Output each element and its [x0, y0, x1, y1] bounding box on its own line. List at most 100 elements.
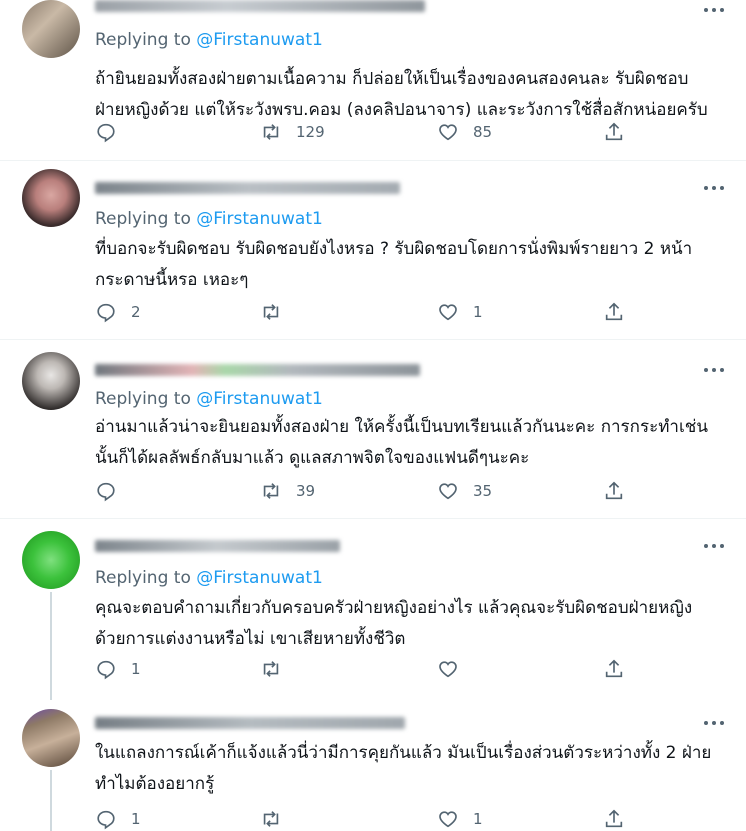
retweet-icon	[263, 483, 279, 499]
reply-icon	[97, 660, 115, 680]
like-icon	[439, 304, 457, 321]
avatar[interactable]	[22, 169, 80, 227]
retweet-button[interactable]	[260, 657, 296, 681]
action-bar: 1	[95, 657, 655, 681]
share-icon	[605, 809, 623, 828]
author-name[interactable]	[95, 540, 340, 552]
tweet-text: อ่านมาแล้วน่าจะยินยอมทั้งสองฝ่าย ให้ครั้…	[95, 412, 735, 474]
tweet-text-line: ที่บอกจะรับผิดชอบ รับผิดชอบยังไงหรอ ? รั…	[95, 239, 693, 259]
tweet-text: ที่บอกจะรับผิดชอบ รับผิดชอบยังไงหรอ ? รั…	[95, 234, 735, 296]
share-button[interactable]	[603, 300, 625, 324]
tweet-text-line: คุณจะตอบคำถามเกี่ยวกับครอบครัวฝ่ายหญิงอย…	[95, 598, 693, 618]
reply-icon	[97, 482, 115, 502]
avatar[interactable]	[22, 352, 80, 410]
like-count: 35	[473, 482, 493, 500]
like-button[interactable]: 85	[437, 120, 492, 144]
author-name[interactable]	[95, 182, 400, 194]
replying-prefix: Replying to	[95, 568, 191, 588]
reply-button[interactable]: 2	[95, 300, 141, 324]
tweet-text-line: อ่านมาแล้วน่าจะยินยอมทั้งสองฝ่าย ให้ครั้…	[95, 417, 708, 437]
action-bar: 129 85	[95, 120, 655, 144]
share-button[interactable]	[603, 657, 625, 681]
retweet-count: 39	[296, 482, 316, 500]
like-button[interactable]: 35	[437, 479, 492, 503]
replying-to: Replying to @Firstanuwat1	[95, 389, 323, 409]
action-bar: 2 1	[95, 300, 655, 324]
replying-handle[interactable]: @Firstanuwat1	[196, 209, 323, 229]
share-button[interactable]	[603, 479, 625, 503]
action-bar: 39 35	[95, 479, 655, 503]
reply-count: 2	[131, 303, 141, 321]
like-button[interactable]: 1	[437, 300, 483, 324]
replying-handle[interactable]: @Firstanuwat1	[196, 389, 323, 409]
retweet-button[interactable]: 129	[260, 120, 325, 144]
like-icon	[439, 124, 457, 141]
tweet-text: ในแถลงการณ์เค้าก็แจ้งแล้วนี่ว่ามีการคุยก…	[95, 738, 735, 800]
tweet-text-line: ในแถลงการณ์เค้าก็แจ้งแล้วนี่ว่ามีการคุยก…	[95, 743, 712, 763]
author-name[interactable]	[95, 0, 425, 12]
author-name[interactable]	[95, 717, 405, 729]
more-icon[interactable]	[704, 364, 724, 376]
like-button[interactable]: 1	[437, 807, 483, 831]
tweet-text-line: นั้นก็ได้ผลลัพธ์กลับมาแล้ว ดูแลสภาพจิตใจ…	[95, 448, 530, 468]
share-icon	[605, 659, 623, 678]
more-icon[interactable]	[704, 182, 724, 194]
tweet[interactable]: Replying to @Firstanuwat1 อ่านมาแล้วน่าจ…	[0, 340, 746, 518]
like-count: 1	[473, 810, 483, 828]
replying-prefix: Replying to	[95, 30, 191, 50]
like-icon	[439, 483, 457, 500]
more-icon[interactable]	[704, 540, 724, 552]
author-name[interactable]	[95, 364, 420, 376]
replying-prefix: Replying to	[95, 389, 191, 409]
share-button[interactable]	[603, 120, 625, 144]
reply-icon	[97, 810, 115, 830]
reply-button[interactable]: 1	[95, 807, 141, 831]
tweet[interactable]: Replying to @Firstanuwat1 ที่บอกจะรับผิด…	[0, 161, 746, 339]
tweet[interactable]: Replying to @Firstanuwat1 ถ้ายินยอมทั้งส…	[0, 0, 746, 160]
share-icon	[605, 122, 623, 141]
retweet-button[interactable]	[260, 807, 296, 831]
reply-icon	[97, 303, 115, 323]
like-icon	[439, 811, 457, 828]
replying-handle[interactable]: @Firstanuwat1	[196, 30, 323, 50]
share-icon	[605, 302, 623, 321]
retweet-count: 129	[296, 123, 325, 141]
action-bar: 1 1	[95, 807, 655, 831]
tweet-text-line: กระดาษนี้หรอ เหอะๆ	[95, 270, 249, 290]
reply-button[interactable]	[95, 479, 131, 503]
reply-icon	[97, 123, 115, 143]
reply-count: 1	[131, 660, 141, 678]
reply-button[interactable]	[95, 120, 131, 144]
retweet-icon	[263, 304, 279, 320]
tweet-text: คุณจะตอบคำถามเกี่ยวกับครอบครัวฝ่ายหญิงอย…	[95, 593, 735, 655]
tweet-text: ถ้ายินยอมทั้งสองฝ่ายตามเนื้อความ ก็ปล่อย…	[95, 64, 735, 126]
avatar[interactable]	[22, 531, 80, 589]
tweet-text-line: ทำไมต้องอยากรู้	[95, 774, 215, 794]
tweet[interactable]: ในแถลงการณ์เค้าก็แจ้งแล้วนี่ว่ามีการคุยก…	[0, 699, 746, 831]
replying-to: Replying to @Firstanuwat1	[95, 30, 323, 50]
reply-button[interactable]: 1	[95, 657, 141, 681]
more-icon[interactable]	[704, 4, 724, 16]
tweet-text-line: ด้วยการแต่งงานหรือไม่ เขาเสียหายทั้งชีวิ…	[95, 629, 406, 649]
replying-to: Replying to @Firstanuwat1	[95, 209, 323, 229]
retweet-icon	[263, 811, 279, 827]
retweet-icon	[263, 661, 279, 677]
retweet-icon	[263, 124, 279, 140]
replying-handle[interactable]: @Firstanuwat1	[196, 568, 323, 588]
share-icon	[605, 481, 623, 500]
like-count: 1	[473, 303, 483, 321]
like-button[interactable]	[437, 657, 473, 681]
like-count: 85	[473, 123, 493, 141]
tweet[interactable]: Replying to @Firstanuwat1 คุณจะตอบคำถามเ…	[0, 519, 746, 699]
retweet-button[interactable]: 39	[260, 479, 315, 503]
share-button[interactable]	[603, 807, 625, 831]
retweet-button[interactable]	[260, 300, 296, 324]
avatar[interactable]	[22, 0, 80, 58]
replying-to: Replying to @Firstanuwat1	[95, 568, 323, 588]
more-icon[interactable]	[704, 717, 724, 729]
avatar[interactable]	[22, 709, 80, 767]
like-icon	[439, 661, 457, 678]
replying-prefix: Replying to	[95, 209, 191, 229]
reply-count: 1	[131, 810, 141, 828]
tweet-text-line: ถ้ายินยอมทั้งสองฝ่ายตามเนื้อความ ก็ปล่อย…	[95, 69, 689, 89]
